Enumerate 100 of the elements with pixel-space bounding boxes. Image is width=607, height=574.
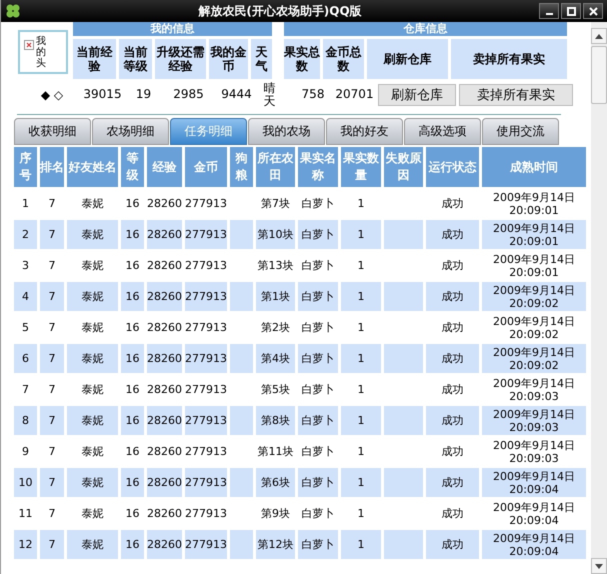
table-cell: 成功 bbox=[426, 282, 479, 311]
table-cell: 16 bbox=[121, 406, 144, 435]
table-cell: 7 bbox=[40, 468, 64, 497]
table-cell-text: 16 bbox=[124, 444, 140, 460]
table-cell-text: 白萝卜 bbox=[300, 196, 336, 212]
table-cell: 泰妮 bbox=[67, 344, 118, 373]
table-cell: 第1块 bbox=[256, 282, 295, 311]
info-header: 卖掉所有果实 bbox=[451, 39, 567, 79]
table-cell: 277913 bbox=[185, 220, 227, 249]
info-header: 我的金币 bbox=[209, 39, 248, 79]
table-cell-text: 成功 bbox=[440, 444, 464, 460]
table-cell: 277913 bbox=[185, 282, 227, 311]
tab[interactable]: 我的好友 bbox=[326, 118, 403, 145]
scrollbar[interactable] bbox=[591, 22, 607, 574]
column-header: 金币 bbox=[185, 147, 227, 187]
column-header: 所在农田 bbox=[256, 147, 295, 187]
table-cell-text: 成功 bbox=[440, 382, 464, 398]
table-cell-text: 白萝卜 bbox=[300, 506, 336, 522]
table-cell-text: 泰妮 bbox=[80, 196, 104, 212]
info-value: 9444 bbox=[220, 88, 253, 102]
tab[interactable]: 高级选项 bbox=[404, 118, 481, 145]
table-cell-text: 泰妮 bbox=[80, 506, 104, 522]
table-cell-text: 16 bbox=[124, 320, 140, 336]
column-header: 成熟时间 bbox=[482, 147, 586, 187]
table-cell-text: 泰妮 bbox=[80, 382, 104, 398]
table-cell: 2009年9月14日 20:09:02 bbox=[482, 344, 586, 373]
table-cell-text: 277913 bbox=[185, 382, 227, 398]
table-cell-text: 2009年9月14日 20:09:01 bbox=[492, 190, 576, 218]
table-cell: 28260 bbox=[147, 530, 182, 559]
scroll-down-icon[interactable] bbox=[591, 558, 607, 574]
table-cell-text: 277913 bbox=[185, 258, 227, 274]
table-cell-text: 2009年9月14日 20:09:02 bbox=[492, 314, 576, 342]
table-cell-text: 7 bbox=[21, 382, 30, 398]
table-cell: 277913 bbox=[185, 344, 227, 373]
table-cell: 1 bbox=[341, 220, 381, 249]
section-heading: 我的信息 bbox=[73, 22, 272, 36]
diamond-marks: ◆ ◇ bbox=[40, 88, 64, 102]
table-cell: 泰妮 bbox=[67, 468, 118, 497]
table-cell: 成功 bbox=[426, 530, 479, 559]
column-header: 果实数量 bbox=[341, 147, 381, 187]
table-cell: 1 bbox=[341, 344, 381, 373]
scroll-up-icon[interactable] bbox=[591, 28, 607, 44]
close-button[interactable] bbox=[583, 3, 603, 19]
info-value: 20701 bbox=[334, 88, 375, 102]
column-header: 等级 bbox=[121, 147, 144, 187]
table-cell-text: 7 bbox=[48, 196, 56, 212]
table-cell-text: 2009年9月14日 20:09:03 bbox=[492, 438, 576, 466]
table-cell-text: 1 bbox=[356, 196, 366, 212]
table-cell: 第12块 bbox=[256, 530, 295, 559]
table-cell: 白萝卜 bbox=[298, 530, 338, 559]
table-cell-text: 277913 bbox=[185, 444, 227, 460]
table-cell-text: 白萝卜 bbox=[300, 444, 336, 460]
table-cell: 28260 bbox=[147, 406, 182, 435]
table-cell-text: 16 bbox=[124, 506, 140, 522]
table-cell: 28260 bbox=[147, 344, 182, 373]
table-cell-text: 28260 bbox=[147, 320, 182, 336]
table-cell-text: 277913 bbox=[185, 320, 227, 336]
section-heading: 仓库信息 bbox=[284, 22, 567, 36]
table-cell-text: 泰妮 bbox=[80, 258, 104, 274]
maximize-button[interactable] bbox=[561, 3, 581, 19]
minimize-icon bbox=[546, 13, 552, 15]
table-cell: 泰妮 bbox=[67, 530, 118, 559]
table-cell: 第10块 bbox=[256, 220, 295, 249]
table-cell: 泰妮 bbox=[67, 406, 118, 435]
sell-all-button[interactable]: 卖掉所有果实 bbox=[459, 84, 573, 106]
table-cell: 7 bbox=[40, 220, 64, 249]
table-cell-text: 泰妮 bbox=[80, 444, 104, 460]
table-cell: 16 bbox=[121, 468, 144, 497]
table-cell: 白萝卜 bbox=[298, 282, 338, 311]
table-cell-text: 3 bbox=[21, 258, 30, 274]
table-cell-text: 第11块 bbox=[256, 444, 294, 460]
clover-icon bbox=[5, 3, 21, 19]
table-cell-text: 泰妮 bbox=[80, 320, 104, 336]
tab[interactable]: 收获明细 bbox=[14, 118, 91, 145]
tab[interactable]: 使用交流 bbox=[482, 118, 559, 145]
table-cell: 成功 bbox=[426, 220, 479, 249]
table-cell: 白萝卜 bbox=[298, 344, 338, 373]
table-cell-text: 第13块 bbox=[256, 258, 294, 274]
table-cell: 6 bbox=[14, 344, 37, 373]
minimize-button[interactable] bbox=[539, 3, 559, 19]
refresh-button[interactable]: 刷新仓库 bbox=[378, 84, 456, 106]
table-cell: 2009年9月14日 20:09:01 bbox=[482, 220, 586, 249]
table-cell: 2009年9月14日 20:09:03 bbox=[482, 406, 586, 435]
avatar-alt-text: 我的头 bbox=[36, 36, 47, 68]
scroll-thumb[interactable] bbox=[591, 46, 607, 104]
table-cell-text: 5 bbox=[21, 320, 30, 336]
table-cell: 白萝卜 bbox=[298, 468, 338, 497]
column-header: 失败原因 bbox=[384, 147, 423, 187]
table-cell: 28260 bbox=[147, 468, 182, 497]
table-cell: 16 bbox=[121, 220, 144, 249]
table-cell: 16 bbox=[121, 282, 144, 311]
table-cell-text: 1 bbox=[21, 196, 30, 212]
table-cell-text: 1 bbox=[356, 258, 366, 274]
tab[interactable]: 农场明细 bbox=[92, 118, 169, 145]
table-cell-text: 1 bbox=[356, 320, 366, 336]
table-cell-text: 白萝卜 bbox=[300, 382, 336, 398]
tab[interactable]: 我的农场 bbox=[248, 118, 325, 145]
table-cell-text: 28260 bbox=[147, 444, 182, 460]
table-cell: 2 bbox=[14, 220, 37, 249]
table-cell-text: 277913 bbox=[185, 196, 227, 212]
